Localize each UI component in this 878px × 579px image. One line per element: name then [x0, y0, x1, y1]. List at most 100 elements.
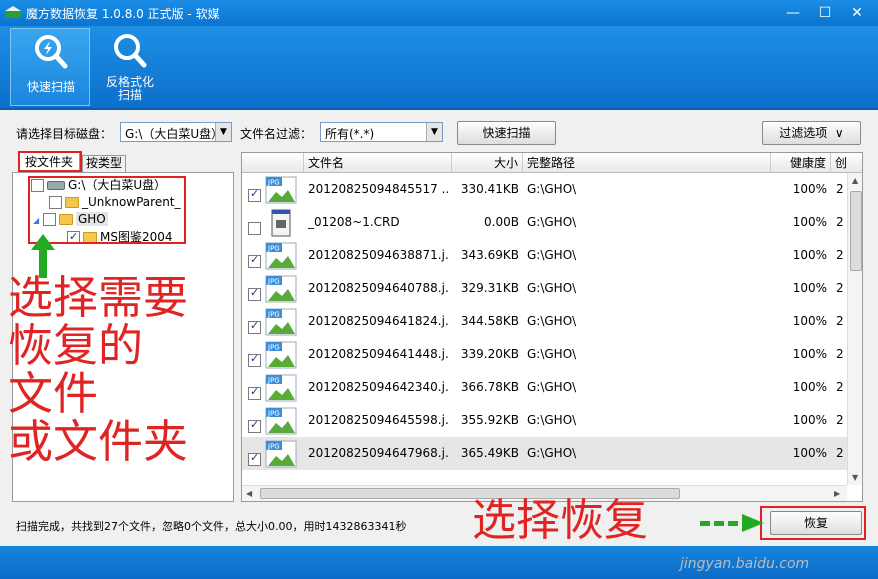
- filter-options-button[interactable]: 过滤选项 ∨: [762, 121, 861, 145]
- cell-name: 20120825094641448.j...: [308, 347, 448, 361]
- row-checkbox[interactable]: [248, 352, 261, 367]
- scroll-down-icon[interactable]: ▼: [852, 473, 858, 482]
- cell-size: 366.78KB: [460, 380, 519, 394]
- title-bar: 魔方数据恢复 1.0.8.0 正式版 - 软媒 — ☐ ✕: [0, 0, 878, 26]
- header-health[interactable]: 健康度: [771, 153, 831, 173]
- annotation-box-recover: [760, 506, 866, 540]
- jpg-file-icon: JPG: [265, 242, 297, 270]
- svg-text:JPG: JPG: [267, 377, 280, 385]
- filename-filter-value: 所有(*.*): [325, 127, 375, 141]
- maximize-button[interactable]: ☐: [814, 3, 836, 23]
- header-size[interactable]: 大小: [452, 153, 523, 173]
- scroll-up-icon[interactable]: ▲: [852, 176, 858, 185]
- cell-extra: 2: [836, 413, 844, 427]
- cell-size: 330.41KB: [460, 182, 519, 196]
- jpg-file-icon: JPG: [265, 374, 297, 402]
- chevron-down-icon: ▼: [426, 123, 442, 141]
- table-row[interactable]: JPG 20120825094645598.j... 355.92KB G:\GHO\…: [242, 404, 847, 437]
- svg-text:JPG: JPG: [267, 278, 280, 286]
- row-checkbox[interactable]: [248, 286, 261, 301]
- cell-name: 20120825094647968.j...: [308, 446, 448, 460]
- table-row[interactable]: JPG 20120825094641824.j... 344.58KB G:\GHO\…: [242, 305, 847, 338]
- format-scan-tool[interactable]: 反格式化 扫描: [90, 28, 170, 106]
- cell-size: 0.00B: [484, 215, 519, 229]
- table-row[interactable]: _01208~1.CRD 0.00B G:\GHO\ 100% 2: [242, 206, 847, 239]
- table-row[interactable]: JPG 20120825094638871.j... 343.69KB G:\GHO\…: [242, 239, 847, 272]
- cell-extra: 2: [836, 380, 844, 394]
- table-row[interactable]: JPG 20120825094845517 ... 330.41KB G:\GHO\ 1…: [242, 173, 847, 206]
- cell-health: 100%: [792, 446, 827, 460]
- svg-text:JPG: JPG: [267, 443, 280, 451]
- magnifier-icon: [114, 34, 147, 68]
- svg-text:JPG: JPG: [267, 245, 280, 253]
- disk-select[interactable]: G:\（大白菜U盘） ▼: [120, 122, 232, 142]
- svg-text:JPG: JPG: [267, 179, 280, 187]
- cell-path: G:\GHO\: [527, 281, 577, 295]
- header-extra[interactable]: 创: [831, 153, 862, 173]
- jpg-file-icon: JPG: [265, 275, 297, 303]
- jpg-file-icon: JPG: [265, 176, 297, 204]
- cell-path: G:\GHO\: [527, 347, 577, 361]
- svg-text:JPG: JPG: [267, 311, 280, 319]
- header-name[interactable]: 文件名: [304, 153, 452, 173]
- vertical-scrollbar[interactable]: ▲ ▼: [847, 173, 862, 485]
- row-checkbox[interactable]: [248, 222, 261, 235]
- magnifier-lightning-icon: [35, 35, 68, 69]
- scroll-left-icon[interactable]: ◀: [246, 489, 252, 498]
- cell-path: G:\GHO\: [527, 446, 577, 460]
- cell-extra: 2: [836, 446, 844, 460]
- cell-health: 100%: [792, 281, 827, 295]
- filename-filter-select[interactable]: 所有(*.*) ▼: [320, 122, 443, 142]
- row-checkbox[interactable]: [248, 253, 261, 268]
- row-checkbox[interactable]: [248, 187, 261, 202]
- scroll-right-icon[interactable]: ▶: [834, 489, 840, 498]
- filename-filter-label: 文件名过滤：: [240, 127, 313, 141]
- header-path[interactable]: 完整路径: [523, 153, 771, 173]
- cell-size: 365.49KB: [460, 446, 519, 460]
- minimize-button[interactable]: —: [782, 3, 804, 23]
- watermark-text: jingyan.baidu.com: [680, 556, 810, 572]
- cell-extra: 2: [836, 314, 844, 328]
- cell-health: 100%: [792, 413, 827, 427]
- row-checkbox[interactable]: [248, 451, 261, 466]
- main-toolbar: 快速扫描 反格式化 扫描: [0, 26, 878, 110]
- cell-health: 100%: [792, 215, 827, 229]
- annotation-text-left: 选择需要 恢复的 文件 或文件夹: [8, 274, 188, 466]
- cell-health: 100%: [792, 347, 827, 361]
- annotation-line2: 恢复的: [8, 319, 144, 372]
- filter-options-label: 过滤选项: [779, 126, 828, 140]
- quick-scan-tool[interactable]: 快速扫描: [10, 28, 90, 106]
- cell-health: 100%: [792, 314, 827, 328]
- jpg-file-icon: JPG: [265, 407, 297, 435]
- annotation-line3: 文件: [8, 367, 99, 420]
- row-checkbox[interactable]: [248, 385, 261, 400]
- tab-by-type[interactable]: 按类型: [82, 155, 126, 172]
- table-row[interactable]: JPG 20120825094647968.j... 365.49KB G:\GHO\…: [242, 437, 847, 470]
- cell-name: 20120825094845517 ...: [308, 182, 448, 196]
- window-title: 魔方数据恢复 1.0.8.0 正式版 - 软媒: [26, 7, 220, 21]
- jpg-file-icon: JPG: [265, 440, 297, 468]
- cell-path: G:\GHO\: [527, 380, 577, 394]
- vertical-scroll-thumb[interactable]: [850, 191, 862, 271]
- cell-health: 100%: [792, 380, 827, 394]
- annotation-box-tab: [18, 151, 82, 172]
- table-row[interactable]: JPG 20120825094641448.j... 339.20KB G:\GHO\…: [242, 338, 847, 371]
- cell-name: 20120825094645598.j...: [308, 413, 448, 427]
- table-row[interactable]: JPG 20120825094640788.j... 329.31KB G:\GHO\…: [242, 272, 847, 305]
- cell-name: 20120825094638871.j...: [308, 248, 448, 262]
- annotation-line4: 或文件夹: [8, 415, 189, 468]
- jpg-file-icon: JPG: [265, 308, 297, 336]
- close-button[interactable]: ✕: [846, 3, 868, 23]
- cell-path: G:\GHO\: [527, 413, 577, 427]
- annotation-arrow-right-icon: [700, 514, 764, 532]
- row-checkbox[interactable]: [248, 418, 261, 433]
- format-scan-label-line2: 扫描: [117, 88, 142, 102]
- file-list-header: 文件名 大小 完整路径 健康度 创: [242, 153, 862, 173]
- cell-size: 329.31KB: [460, 281, 519, 295]
- row-checkbox[interactable]: [248, 319, 261, 334]
- disk-select-value: G:\（大白菜U盘）: [125, 127, 224, 141]
- quick-scan-button[interactable]: 快速扫描: [457, 121, 556, 145]
- annotation-line1: 选择需要: [8, 271, 189, 324]
- chevron-down-icon: ▼: [215, 123, 231, 141]
- table-row[interactable]: JPG 20120825094642340.j... 366.78KB G:\GHO\…: [242, 371, 847, 404]
